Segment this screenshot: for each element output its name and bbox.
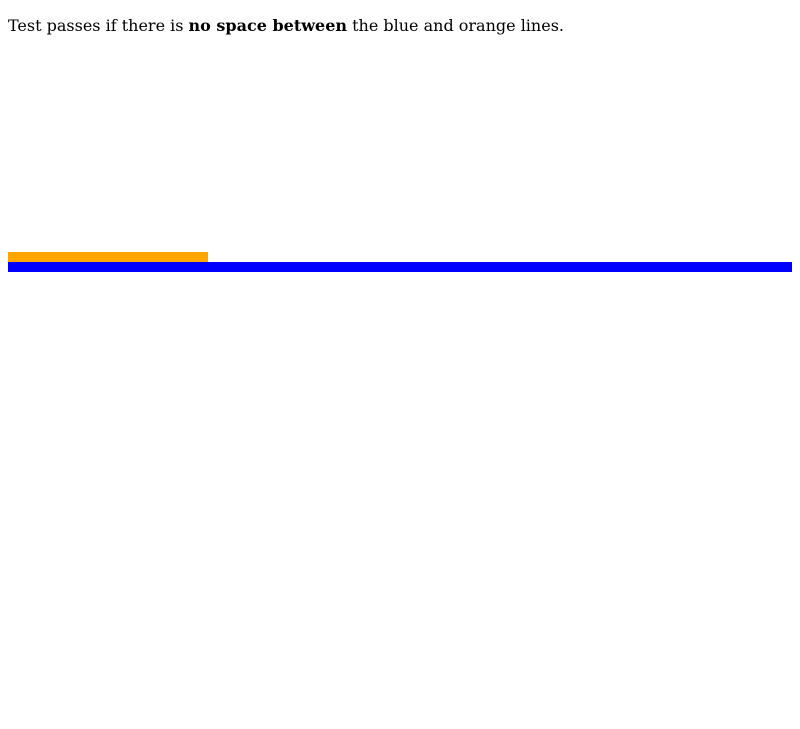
instructions-prefix: Test passes if there is: [8, 16, 189, 35]
test-instructions: Test passes if there is no space between…: [8, 16, 564, 36]
instructions-suffix: the blue and orange lines.: [347, 16, 564, 35]
orange-line: [8, 252, 208, 262]
blue-line: [8, 262, 792, 272]
instructions-emphasis: no space between: [188, 16, 347, 35]
